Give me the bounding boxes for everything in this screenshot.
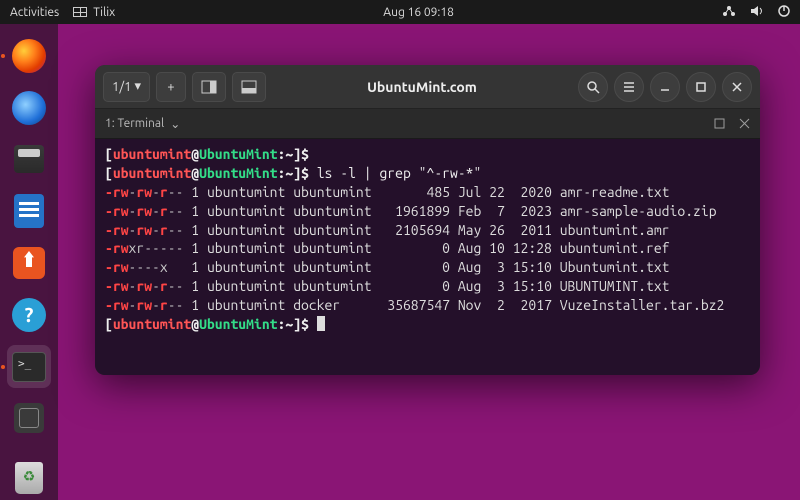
gnome-topbar: Activities Tilix Aug 16 09:18 bbox=[0, 0, 800, 24]
software-icon bbox=[13, 247, 45, 279]
close-icon bbox=[730, 80, 744, 94]
close-button[interactable] bbox=[722, 72, 752, 102]
help-icon: ? bbox=[12, 298, 46, 332]
maximize-button[interactable] bbox=[686, 72, 716, 102]
hamburger-icon bbox=[622, 80, 636, 94]
session-switcher[interactable]: 1/1 ▾ bbox=[103, 72, 150, 102]
minimize-button[interactable] bbox=[650, 72, 680, 102]
firefox-icon bbox=[12, 39, 46, 73]
terminal-tab[interactable]: 1: Terminal ⌄ bbox=[105, 117, 180, 131]
split-right-icon bbox=[201, 80, 217, 94]
dock-help[interactable]: ? bbox=[7, 293, 51, 337]
clock[interactable]: Aug 16 09:18 bbox=[383, 6, 454, 19]
dock-trash[interactable] bbox=[7, 456, 51, 500]
window-title: UbuntuMint.com bbox=[272, 79, 572, 95]
hamburger-menu[interactable] bbox=[614, 72, 644, 102]
network-icon[interactable] bbox=[722, 5, 736, 20]
power-icon[interactable] bbox=[778, 5, 790, 20]
pane-maximize-button[interactable] bbox=[714, 118, 725, 129]
dock-firefox[interactable] bbox=[7, 34, 51, 78]
tab-label: 1: Terminal bbox=[105, 117, 164, 130]
split-right-button[interactable] bbox=[192, 72, 226, 102]
dock: ? bbox=[0, 24, 58, 500]
files-icon bbox=[14, 145, 44, 173]
chevron-down-icon: ▾ bbox=[134, 79, 141, 94]
split-down-button[interactable] bbox=[232, 72, 266, 102]
window-headerbar: 1/1 ▾ + UbuntuMint.com bbox=[95, 65, 760, 109]
tilix-window: 1/1 ▾ + UbuntuMint.com 1: Terminal ⌄ bbox=[95, 65, 760, 375]
dock-screenshot[interactable] bbox=[7, 396, 51, 440]
app-name: Tilix bbox=[93, 6, 115, 19]
dock-thunderbird[interactable] bbox=[7, 86, 51, 130]
thunderbird-icon bbox=[12, 91, 46, 125]
minimize-icon bbox=[658, 80, 672, 94]
session-label: 1/1 bbox=[112, 80, 131, 94]
search-icon bbox=[586, 80, 600, 94]
terminal-icon bbox=[12, 352, 46, 382]
trash-icon bbox=[15, 462, 43, 494]
terminal-body[interactable]: [ubuntumint@UbuntuMint:~]$ [ubuntumint@U… bbox=[95, 139, 760, 375]
search-button[interactable] bbox=[578, 72, 608, 102]
dock-files[interactable] bbox=[7, 138, 51, 182]
dock-libreoffice-writer[interactable] bbox=[7, 189, 51, 233]
activities-button[interactable]: Activities bbox=[10, 6, 59, 19]
screenshot-icon bbox=[14, 403, 44, 433]
split-down-icon bbox=[241, 80, 257, 94]
writer-icon bbox=[14, 194, 44, 228]
volume-icon[interactable] bbox=[750, 5, 764, 20]
chevron-down-icon: ⌄ bbox=[170, 117, 180, 131]
maximize-icon bbox=[694, 80, 708, 94]
pane-close-button[interactable] bbox=[739, 118, 750, 129]
terminal-tabbar: 1: Terminal ⌄ bbox=[95, 109, 760, 139]
dock-software[interactable] bbox=[7, 241, 51, 285]
tilix-icon bbox=[73, 7, 87, 17]
new-session-button[interactable]: + bbox=[156, 72, 186, 102]
app-indicator[interactable]: Tilix bbox=[73, 6, 115, 19]
dock-terminal[interactable] bbox=[7, 345, 51, 389]
